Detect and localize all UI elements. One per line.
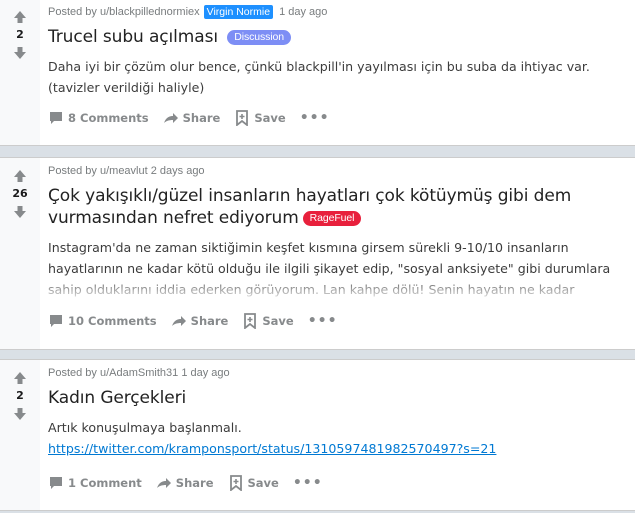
downvote-arrow-icon[interactable] (12, 45, 28, 61)
save-label: Save (254, 111, 286, 125)
post-content: Posted by u/meavlut 2 days ago Çok yakış… (48, 158, 627, 333)
post-actions: 1 Comment Share Save ••• (48, 471, 627, 495)
post-body: Instagram'da ne zaman siktiğimin keşfet … (48, 237, 627, 303)
comment-icon (50, 112, 62, 124)
post-title[interactable]: Çok yakışıklı/güzel insanların hayatları… (48, 185, 627, 229)
post-meta: Posted by u/blackpillednormiex Virgin Nor… (48, 4, 627, 20)
post-body: Artık konuşulmaya başlanmalı. https://tw… (48, 417, 627, 459)
downvote-arrow-icon[interactable] (12, 406, 28, 422)
vote-score: 26 (12, 187, 28, 200)
more-options-icon[interactable]: ••• (308, 314, 338, 328)
upvote-arrow-icon[interactable] (12, 370, 28, 386)
author-link[interactable]: Posted by u/AdamSmith31 (48, 367, 178, 379)
bookmark-icon (229, 475, 242, 491)
post-body-line: Instagram'da ne zaman siktiğimin keşfet … (48, 240, 569, 255)
post-card[interactable]: 2 Posted by u/blackpillednormiex Virgin N… (0, 0, 635, 146)
post-body-line: Daha iyi bir çözüm olur bence, çünkü bla… (48, 59, 590, 74)
vote-column: 26 (0, 158, 40, 349)
post-external-link[interactable]: https://twitter.com/kramponsport/status/… (48, 441, 496, 456)
post-feed: 2 Posted by u/blackpillednormiex Virgin N… (0, 0, 635, 513)
comments-button[interactable]: 8 Comments (48, 110, 149, 126)
post-flair-tag[interactable]: Discussion (227, 30, 292, 45)
more-options-icon[interactable]: ••• (293, 476, 323, 490)
post-body: Daha iyi bir çözüm olur bence, çünkü bla… (48, 56, 627, 98)
post-card[interactable]: 26 Posted by u/meavlut 2 days ago Çok ya… (0, 157, 635, 350)
post-title-text[interactable]: Trucel subu açılması (48, 27, 218, 47)
comment-icon (50, 477, 62, 489)
author-link[interactable]: Posted by u/meavlut (48, 165, 148, 177)
share-icon (171, 316, 186, 326)
post-card[interactable]: 2 Posted by u/AdamSmith31 1 day ago Kadı… (0, 359, 635, 511)
save-label: Save (247, 476, 279, 490)
post-body-line: sahip olduklarını iddia ederken görüyoru… (48, 282, 575, 297)
vote-column: 2 (0, 0, 40, 145)
downvote-arrow-icon[interactable] (12, 204, 28, 220)
post-title-line[interactable]: Çok yakışıklı/güzel insanların hayatları… (48, 185, 627, 207)
comments-count: 1 Comment (68, 476, 142, 490)
post-body-line: hayatlarının ne kadar kötü olduğu ile il… (48, 261, 611, 276)
save-button[interactable]: Save (234, 110, 286, 126)
share-label: Share (175, 476, 214, 490)
comment-icon (50, 315, 62, 327)
post-meta: Posted by u/meavlut 2 days ago (48, 163, 627, 179)
comments-button[interactable]: 1 Comment (48, 475, 142, 491)
post-title-line[interactable]: vurmasından nefret ediyorum (48, 208, 299, 228)
post-flair-tag[interactable]: RageFuel (302, 211, 362, 226)
post-content: Posted by u/blackpillednormiex Virgin Nor… (48, 0, 627, 130)
comments-count: 10 Comments (68, 314, 157, 328)
post-content: Posted by u/AdamSmith31 1 day ago Kadın … (48, 360, 627, 495)
bookmark-icon (236, 110, 249, 126)
upvote-arrow-icon[interactable] (12, 168, 28, 184)
bookmark-icon (244, 313, 257, 329)
comments-count: 8 Comments (68, 111, 149, 125)
save-label: Save (262, 314, 294, 328)
post-age: 1 day ago (181, 367, 230, 379)
vote-column: 2 (0, 360, 40, 510)
post-title[interactable]: Trucel subu açılması Discussion (48, 26, 627, 48)
post-actions: 10 Comments Share Save ••• (48, 309, 627, 333)
save-button[interactable]: Save (228, 475, 279, 491)
post-title[interactable]: Kadın Gerçekleri (48, 387, 627, 409)
share-icon (163, 113, 178, 123)
share-button[interactable]: Share (171, 313, 229, 329)
author-link[interactable]: Posted by u/blackpillednormiex (48, 6, 200, 18)
vote-score: 2 (16, 389, 24, 402)
vote-score: 2 (16, 28, 24, 41)
post-actions: 8 Comments Share Save ••• (48, 106, 627, 130)
user-flair: Virgin Normie (203, 5, 274, 19)
share-button[interactable]: Share (163, 110, 221, 126)
more-options-icon[interactable]: ••• (300, 111, 330, 125)
share-icon (156, 478, 171, 488)
share-label: Share (190, 314, 229, 328)
upvote-arrow-icon[interactable] (12, 9, 28, 25)
comments-button[interactable]: 10 Comments (48, 313, 157, 329)
share-button[interactable]: Share (156, 475, 214, 491)
share-label: Share (182, 111, 221, 125)
post-age: 2 days ago (150, 165, 205, 177)
save-button[interactable]: Save (242, 313, 294, 329)
post-age: 1 day ago (279, 6, 328, 18)
post-body-line: Artık konuşulmaya başlanmalı. (48, 420, 242, 435)
post-meta: Posted by u/AdamSmith31 1 day ago (48, 365, 627, 381)
post-body-line: (tavizler verildiği haliyle) (48, 80, 205, 95)
